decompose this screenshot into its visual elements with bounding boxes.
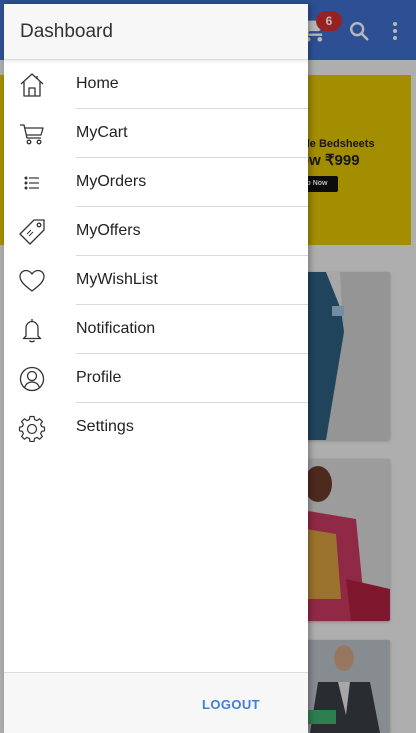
list-icon — [18, 169, 46, 197]
menu-item-notification[interactable]: Notification — [4, 305, 308, 354]
menu-item-myorders[interactable]: MyOrders — [4, 158, 308, 207]
menu-item-myoffers[interactable]: MyOffers — [4, 207, 308, 256]
drawer-title: Dashboard — [20, 21, 113, 42]
menu-item-mycart[interactable]: MyCart — [4, 109, 308, 158]
drawer-header: Dashboard — [4, 4, 308, 60]
menu-item-label: Settings — [76, 418, 134, 435]
menu-item-label: Home — [76, 75, 119, 92]
menu-item-label: MyOffers — [76, 222, 141, 239]
menu-item-label: Profile — [76, 369, 122, 386]
tag-icon — [18, 218, 46, 246]
menu-item-label: Notification — [76, 320, 156, 337]
menu-item-profile[interactable]: Profile — [4, 354, 308, 403]
menu-item-home[interactable]: Home — [4, 60, 308, 109]
menu-item-mywishlist[interactable]: MyWishList — [4, 256, 308, 305]
logout-button[interactable]: LOGOUT — [202, 697, 260, 712]
drawer-footer: LOGOUT — [4, 672, 308, 733]
menu-item-label: MyOrders — [76, 173, 147, 190]
bell-icon — [18, 316, 46, 344]
gear-icon — [18, 414, 46, 443]
menu-item-label: MyWishList — [76, 271, 158, 288]
menu-item-label: MyCart — [76, 124, 128, 141]
navigation-drawer: Dashboard Home MyCart MyOrders MyOffers … — [4, 4, 308, 733]
menu-item-settings[interactable]: Settings — [4, 403, 308, 452]
user-icon — [18, 365, 46, 393]
heart-icon — [18, 267, 46, 295]
home-icon — [18, 71, 46, 99]
cart-icon — [18, 120, 46, 148]
